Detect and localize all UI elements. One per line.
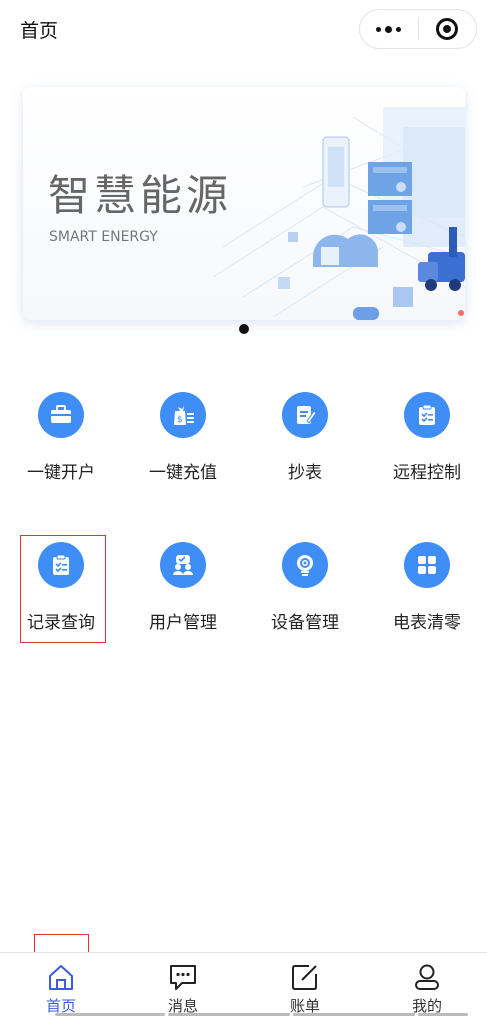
- briefcase-icon: [38, 392, 84, 438]
- grid-item-label: 抄表: [288, 463, 322, 483]
- tab-bills[interactable]: 账单: [255, 953, 355, 1019]
- gear-bulb-icon: [282, 542, 328, 588]
- money-bag-icon: $: [160, 392, 206, 438]
- more-menu-button[interactable]: [360, 10, 418, 48]
- banner-subtitle: SMART ENERGY: [49, 229, 158, 245]
- more-dot-icon: [385, 25, 393, 33]
- svg-text:$: $: [177, 415, 183, 425]
- home-icon: [49, 965, 73, 990]
- tab-me[interactable]: 我的: [377, 953, 477, 1019]
- grid-item-open-account[interactable]: 一键开户: [11, 392, 111, 502]
- more-dot-icon: [376, 26, 382, 32]
- top-bar: 首页: [0, 0, 487, 60]
- grid-item-label: 设备管理: [271, 613, 339, 633]
- grid-item-label: 电表清零: [393, 613, 461, 633]
- banner-carousel[interactable]: 智慧能源 SMART ENERGY: [23, 87, 465, 320]
- grid-item-recharge[interactable]: $ 一键充值: [133, 392, 233, 502]
- tab-messages[interactable]: 消息: [133, 953, 233, 1019]
- grid-item-label: 一键开户: [27, 463, 95, 483]
- clipboard-check-icon: [404, 392, 450, 438]
- smart-energy-illustration: [212, 107, 465, 320]
- message-icon: [170, 965, 196, 990]
- edit-icon: [292, 965, 317, 990]
- tab-home[interactable]: 首页: [11, 953, 111, 1019]
- target-icon: [436, 18, 459, 40]
- grid-item-meter-reset[interactable]: 电表清零: [377, 542, 477, 652]
- grid-item-meter-reading[interactable]: 抄表: [255, 392, 355, 502]
- grid-icon: [404, 542, 450, 588]
- more-dot-icon: [396, 26, 402, 32]
- mini-program-capsule: [359, 9, 477, 49]
- grid-item-remote-control[interactable]: 远程控制: [377, 392, 477, 502]
- grid-item-user-management[interactable]: 用户管理: [133, 542, 233, 652]
- users-icon: [160, 542, 206, 588]
- grid-item-label: 一键充值: [149, 463, 217, 483]
- user-icon: [415, 964, 439, 990]
- tab-indicator: [418, 1013, 468, 1016]
- page-title: 首页: [20, 20, 59, 42]
- highlight-box-record-query: [20, 535, 106, 643]
- carousel-indicator-dot: [239, 324, 249, 334]
- tab-indicator: [55, 1013, 165, 1016]
- tab-indicator: [293, 1013, 415, 1016]
- grid-item-label: 远程控制: [393, 463, 461, 483]
- bottom-tab-bar: 首页 消息 账单 我的: [0, 952, 487, 1019]
- edit-document-icon: [282, 392, 328, 438]
- close-mini-program-button[interactable]: [418, 10, 476, 48]
- grid-item-device-management[interactable]: 设备管理: [255, 542, 355, 652]
- tab-indicator: [168, 1013, 290, 1016]
- grid-item-label: 用户管理: [149, 613, 217, 633]
